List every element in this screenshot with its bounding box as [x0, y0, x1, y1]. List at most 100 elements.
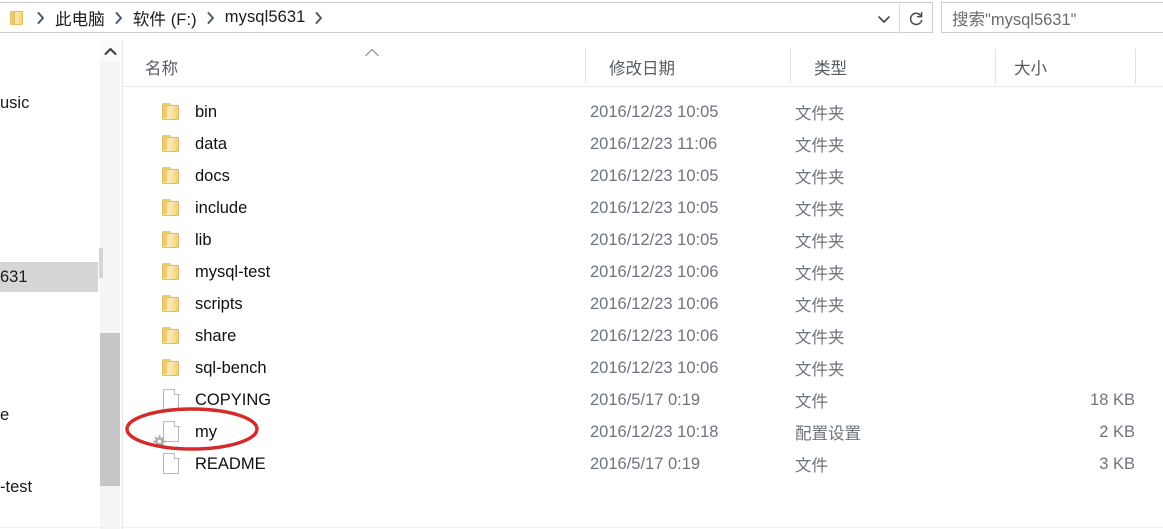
table-row[interactable]: my 2016/12/23 10:18 配置设置 2 KB	[123, 416, 1163, 448]
column-header-type[interactable]: 类型	[814, 46, 847, 87]
column-divider[interactable]	[995, 49, 996, 84]
file-size: 2 KB	[1099, 422, 1135, 441]
table-row[interactable]: mysql-test 2016/12/23 10:06 文件夹	[123, 256, 1163, 288]
file-name-cell[interactable]: scripts	[123, 288, 243, 320]
file-name: data	[195, 134, 228, 153]
table-row[interactable]: docs 2016/12/23 10:05 文件夹	[123, 160, 1163, 192]
breadcrumb-item-this-pc[interactable]: 此电脑	[52, 6, 108, 30]
file-type: 文件夹	[795, 329, 845, 347]
table-row[interactable]: scripts 2016/12/23 10:06 文件夹	[123, 288, 1163, 320]
chevron-right-icon[interactable]	[200, 11, 222, 24]
breadcrumb-item-drive-f[interactable]: 软件 (F:)	[130, 6, 200, 30]
scrollbar-position-marker	[99, 248, 103, 278]
chevron-right-icon[interactable]	[30, 11, 52, 24]
file-date: 2016/12/23 10:05	[590, 102, 719, 121]
folder-icon	[157, 256, 187, 288]
file-name-cell[interactable]: bin	[123, 96, 217, 128]
folder-icon	[157, 96, 187, 128]
file-size	[923, 352, 1135, 384]
refresh-icon[interactable]	[899, 4, 932, 33]
table-row[interactable]: lib 2016/12/23 10:05 文件夹	[123, 224, 1163, 256]
nav-item-mysql5631[interactable]: 631	[0, 262, 98, 292]
table-row[interactable]: data 2016/12/23 11:06 文件夹	[123, 128, 1163, 160]
address-bar: 此电脑 软件 (F:) mysql5631 搜索"mysql5631"	[0, 0, 1163, 39]
file-name-cell[interactable]: sql-bench	[123, 352, 267, 384]
chevron-down-icon[interactable]	[869, 4, 899, 33]
file-type: 文件夹	[795, 169, 845, 187]
caret-up-icon	[364, 44, 380, 62]
file-name-cell[interactable]: data	[123, 128, 227, 160]
file-size	[923, 288, 1135, 320]
file-type: 文件夹	[795, 137, 845, 155]
folder-icon	[157, 320, 187, 352]
folder-icon	[157, 352, 187, 384]
table-row[interactable]: bin 2016/12/23 10:05 文件夹	[123, 96, 1163, 128]
file-name-cell[interactable]: my	[123, 416, 217, 448]
column-header-size[interactable]: 大小	[1014, 46, 1047, 87]
chevron-right-icon[interactable]	[308, 11, 330, 24]
file-name: bin	[195, 102, 218, 121]
file-name: scripts	[195, 294, 243, 313]
table-row[interactable]: sql-bench 2016/12/23 10:06 文件夹	[123, 352, 1163, 384]
navigation-pane: usic 631 e -test	[0, 40, 98, 529]
folder-icon	[8, 10, 26, 26]
file-type: 文件夹	[795, 265, 845, 283]
nav-item-music[interactable]: usic	[0, 88, 98, 118]
file-date: 2016/5/17 0:19	[590, 390, 701, 409]
file-size	[923, 96, 1135, 128]
folder-icon	[157, 160, 187, 192]
file-name: sql-bench	[195, 358, 267, 377]
scrollbar-thumb[interactable]	[100, 333, 120, 486]
nav-item-partial-e[interactable]: e	[0, 400, 98, 430]
chevron-right-icon[interactable]	[108, 11, 130, 24]
file-name-cell[interactable]: share	[123, 320, 236, 352]
file-type: 文件	[795, 457, 828, 475]
file-name-cell[interactable]: README	[123, 448, 266, 480]
column-header-date[interactable]: 修改日期	[609, 46, 675, 87]
file-name-cell[interactable]: include	[123, 192, 247, 224]
file-name-cell[interactable]: mysql-test	[123, 256, 270, 288]
file-name: share	[195, 326, 237, 345]
file-date: 2016/12/23 10:06	[590, 326, 719, 345]
folder-icon	[157, 128, 187, 160]
search-input[interactable]: 搜索"mysql5631"	[942, 6, 1077, 30]
file-size	[923, 192, 1135, 224]
table-row[interactable]: include 2016/12/23 10:05 文件夹	[123, 192, 1163, 224]
chevron-up-icon[interactable]	[100, 40, 120, 62]
file-name: my	[195, 422, 217, 441]
file-date: 2016/12/23 10:18	[590, 422, 719, 441]
folder-icon	[157, 288, 187, 320]
file-name-cell[interactable]: docs	[123, 160, 230, 192]
column-divider[interactable]	[790, 49, 791, 84]
search-box[interactable]: 搜索"mysql5631"	[941, 2, 1163, 33]
address-path-box[interactable]: 此电脑 软件 (F:) mysql5631	[0, 2, 933, 33]
file-size	[923, 128, 1135, 160]
column-divider[interactable]	[1135, 49, 1136, 84]
file-list: bin 2016/12/23 10:05 文件夹 data 2016/12/23…	[123, 96, 1163, 496]
table-row[interactable]: share 2016/12/23 10:06 文件夹	[123, 320, 1163, 352]
file-size: 18 KB	[1090, 390, 1135, 409]
nav-item-mysql-test[interactable]: -test	[0, 472, 98, 502]
breadcrumb-item-mysql5631[interactable]: mysql5631	[222, 8, 309, 27]
file-name: mysql-test	[195, 262, 271, 281]
header-underline	[123, 86, 1163, 87]
file-date: 2016/12/23 10:06	[590, 358, 719, 377]
nav-pane-scrollbar[interactable]	[99, 40, 121, 529]
file-name-cell[interactable]: COPYING	[123, 384, 271, 416]
file-type: 文件夹	[795, 105, 845, 123]
file-size	[923, 160, 1135, 192]
file-date: 2016/12/23 10:05	[590, 230, 719, 249]
file-type: 文件夹	[795, 201, 845, 219]
column-divider[interactable]	[585, 49, 586, 84]
config-file-icon	[153, 416, 187, 448]
folder-icon	[157, 192, 187, 224]
table-row[interactable]: COPYING 2016/5/17 0:19 文件 18 KB	[123, 384, 1163, 416]
table-row[interactable]: README 2016/5/17 0:19 文件 3 KB	[123, 448, 1163, 480]
file-date: 2016/12/23 11:06	[590, 134, 718, 153]
file-type: 文件夹	[795, 361, 845, 379]
folder-icon	[157, 224, 187, 256]
column-header-row: 名称 修改日期 类型 大小	[123, 46, 1163, 87]
column-header-name[interactable]: 名称	[145, 46, 178, 87]
file-date: 2016/5/17 0:19	[590, 454, 701, 473]
file-name-cell[interactable]: lib	[123, 224, 212, 256]
